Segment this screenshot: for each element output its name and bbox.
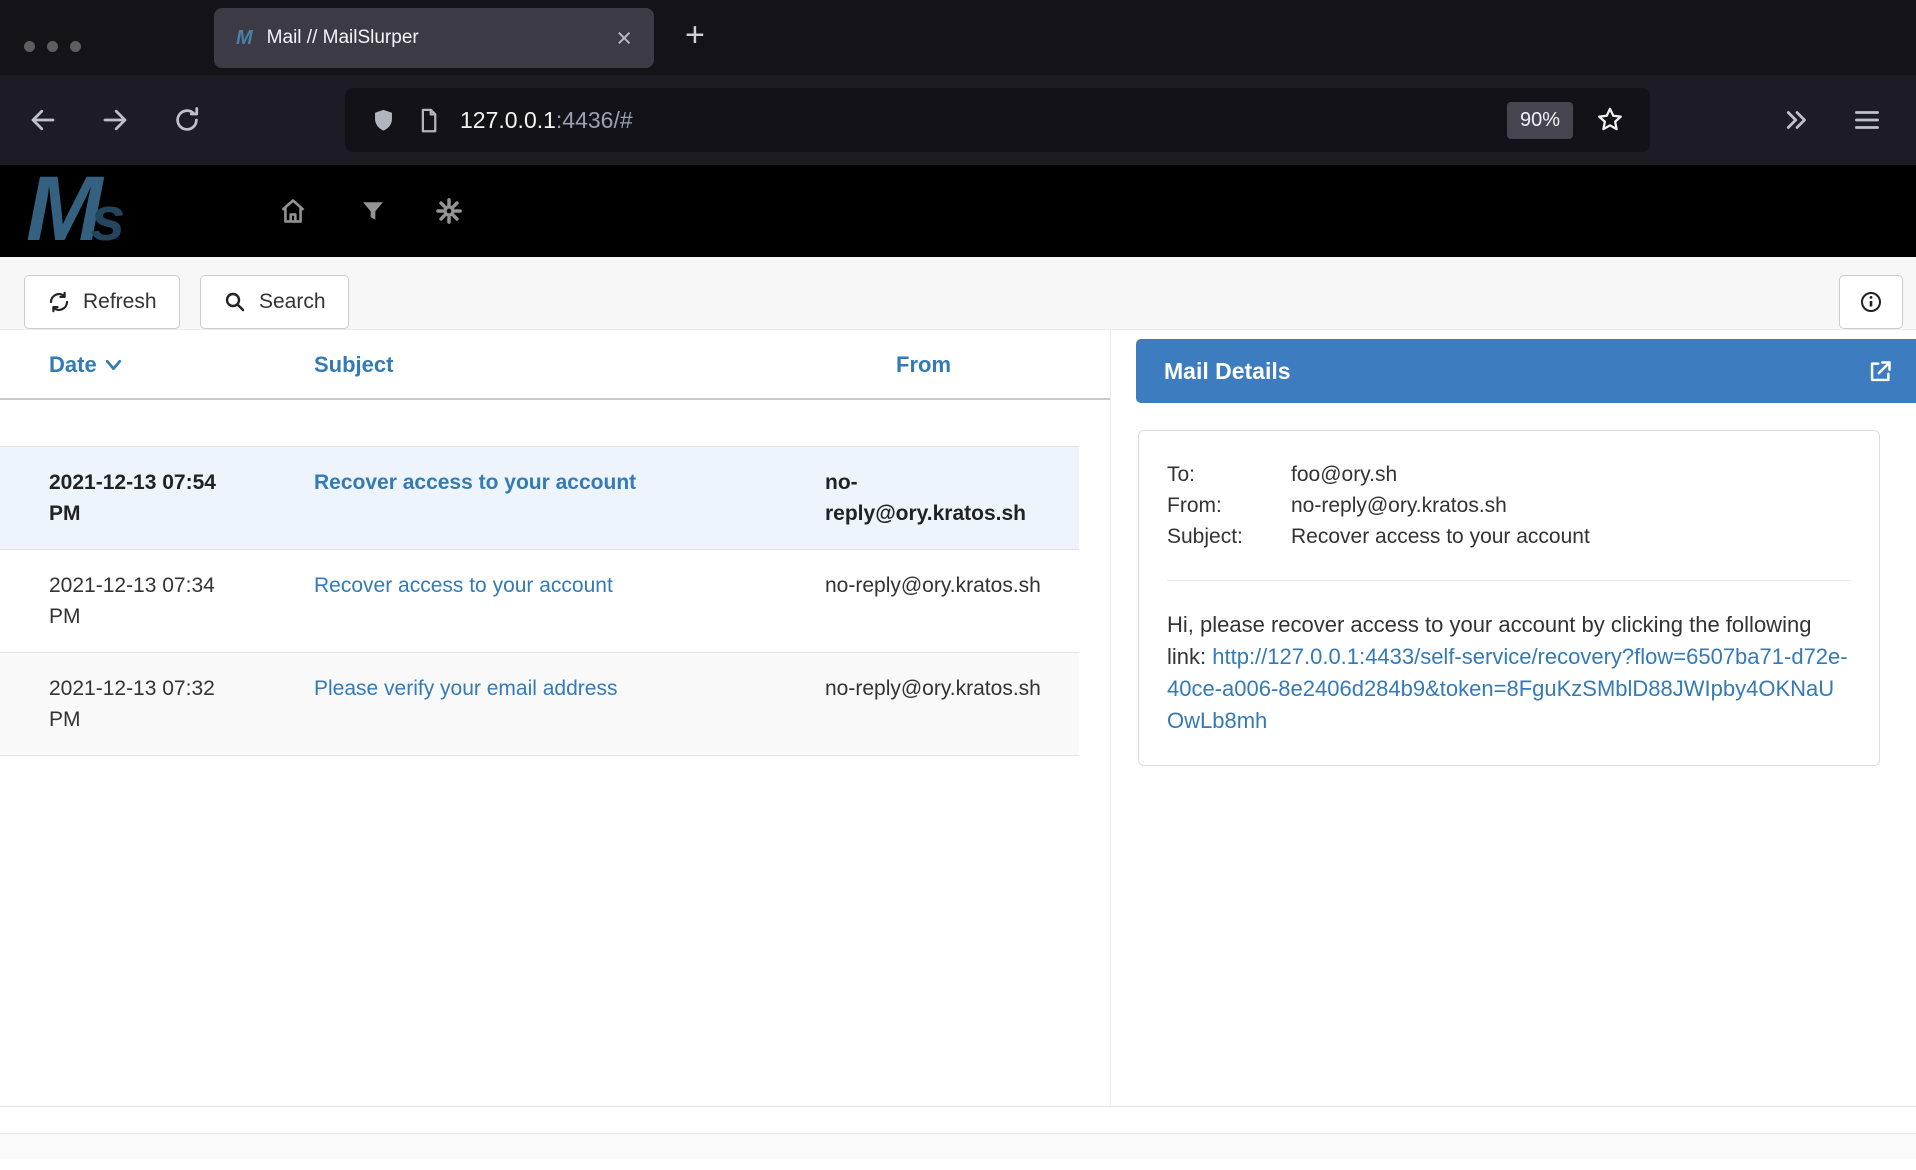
search-icon [223,290,247,314]
tab-close-button[interactable]: × [616,25,632,52]
recovery-link[interactable]: http://127.0.0.1:4433/self-service/recov… [1167,644,1848,733]
details-divider [1167,580,1851,581]
logo-s: s [91,185,125,254]
mail-date: 2021-12-13 07:54 PM [0,467,240,529]
back-button[interactable] [28,105,58,135]
mail-from-text: no-reply@ory.kratos.sh [825,570,1041,601]
field-from: From:no-reply@ory.kratos.sh [1167,490,1851,521]
mail-list-panel: Date Subject From 2021-12-13 07:54 PM Re… [0,330,1110,1106]
field-subject-label: Subject: [1167,521,1291,552]
window-controls [24,41,81,52]
refresh-button[interactable]: Refresh [24,275,180,329]
mail-details-panel: Mail Details To:foo@ory.sh From:no-reply… [1136,330,1916,1106]
mail-subject-link[interactable]: Please verify your email address [240,673,775,735]
mail-from: no-reply@ory.kratos.sh [775,467,1079,529]
refresh-icon [47,290,71,314]
mail-row-selected[interactable]: 2021-12-13 07:54 PM Recover access to yo… [0,446,1079,550]
mailslurper-favicon-icon: M [236,27,253,50]
mail-from: no-reply@ory.kratos.sh [775,673,1079,735]
url-bar[interactable]: 127.0.0.1:4436/# 90% [345,88,1650,152]
column-header-date[interactable]: Date [49,352,121,378]
mailslurper-logo: Ms [26,157,125,262]
mail-from: no-reply@ory.kratos.sh [775,570,1079,632]
field-from-label: From: [1167,490,1291,521]
tab-title: Mail // MailSlurper [267,27,617,49]
home-button[interactable] [279,197,307,225]
mail-body: Hi, please recover access to your accoun… [1167,609,1851,737]
new-tab-button[interactable]: + [685,16,705,55]
shield-icon[interactable] [370,107,397,134]
field-to-value: foo@ory.sh [1291,463,1397,486]
mail-subject-link[interactable]: Recover access to your account [240,570,775,632]
overflow-menu-button[interactable] [1782,105,1812,135]
url-text: 127.0.0.1:4436/# [460,107,633,134]
mail-details-header: Mail Details [1136,339,1916,403]
mailslurper-header: Ms [0,165,1916,257]
column-header-subject[interactable]: Subject [314,352,393,378]
forward-button[interactable] [100,105,130,135]
mail-date: 2021-12-13 07:34 PM [0,570,240,632]
mail-row[interactable]: 2021-12-13 07:32 PM Please verify your e… [0,653,1079,756]
reload-button[interactable] [172,105,202,135]
bottom-divider [0,1106,1916,1107]
info-icon [1859,290,1883,314]
mail-rows: 2021-12-13 07:54 PM Recover access to yo… [0,446,1110,756]
field-subject-value: Recover access to your account [1291,525,1590,548]
window-minimize-button[interactable] [47,41,58,52]
column-header-date-label: Date [49,352,97,378]
mail-subject-link[interactable]: Recover access to your account [240,467,775,529]
mail-details-card: To:foo@ory.sh From:no-reply@ory.kratos.s… [1138,430,1880,766]
mail-details-title: Mail Details [1136,339,1916,403]
field-subject: Subject:Recover access to your account [1167,521,1851,552]
info-button[interactable] [1839,275,1903,329]
mail-from-text: no-reply@ory.kratos.sh [825,467,1045,529]
browser-toolbar: 127.0.0.1:4436/# 90% [0,75,1916,165]
page-info-icon[interactable] [415,107,442,134]
field-to-label: To: [1167,459,1291,490]
url-path: :4436/# [556,107,633,133]
filter-button[interactable] [359,197,387,225]
mail-date: 2021-12-13 07:32 PM [0,673,240,735]
search-button[interactable]: Search [200,275,349,329]
open-external-icon[interactable] [1867,358,1894,385]
panel-divider [1110,330,1111,1106]
refresh-button-label: Refresh [83,290,157,314]
mail-from-text: no-reply@ory.kratos.sh [825,673,1041,704]
window-zoom-button[interactable] [70,41,81,52]
mail-list-header: Date Subject From [0,330,1110,400]
browser-tab-bar: M Mail // MailSlurper × + [0,0,1916,75]
window-close-button[interactable] [24,41,35,52]
field-from-value: no-reply@ory.kratos.sh [1291,494,1507,517]
field-to: To:foo@ory.sh [1167,459,1851,490]
browser-tab[interactable]: M Mail // MailSlurper × [214,8,654,68]
logo-m: M [26,158,99,260]
search-button-label: Search [259,290,326,314]
sort-caret-down-icon [106,360,121,370]
mail-row[interactable]: 2021-12-13 07:34 PM Recover access to yo… [0,550,1079,653]
settings-gear-icon[interactable] [435,197,463,225]
bookmark-star-icon[interactable] [1595,105,1625,135]
url-host: 127.0.0.1 [460,107,556,133]
app-menu-button[interactable] [1852,105,1882,135]
zoom-indicator[interactable]: 90% [1507,102,1573,139]
column-header-from[interactable]: From [896,352,951,378]
horizontal-scrollbar-track[interactable] [0,1133,1916,1159]
screen: M Mail // MailSlurper × + 127.0.0.1:4436… [0,0,1916,1170]
action-toolbar: Refresh Search [0,257,1916,330]
